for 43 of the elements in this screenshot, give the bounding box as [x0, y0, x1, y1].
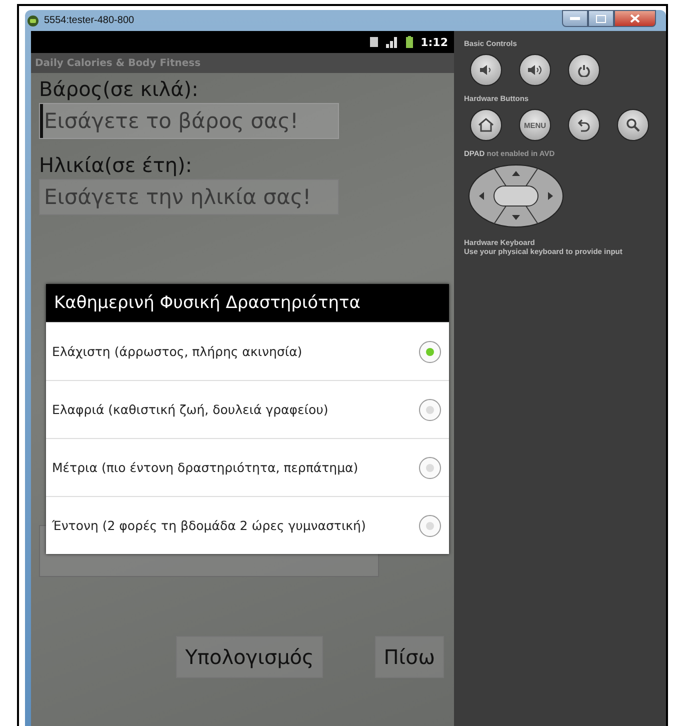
close-button[interactable]: [614, 10, 656, 27]
search-icon: [626, 118, 640, 132]
minimize-icon: [570, 16, 580, 20]
volume-down-button[interactable]: [470, 54, 502, 86]
option-label: Ελάχιστη (άρρωστος, πλήρης ακινησία): [52, 344, 302, 359]
back-button[interactable]: [568, 109, 600, 141]
status-time: 1:12: [420, 36, 448, 48]
back-arrow-icon: [577, 118, 591, 132]
option-label: Έντονη (2 φορές τη βδομάδα 2 ώρες γυμναστική): [52, 518, 366, 533]
battery-icon: [406, 36, 413, 48]
home-icon: [478, 118, 494, 132]
field-label: Βάρος(σε κιλά):: [39, 77, 200, 101]
power-button[interactable]: [568, 54, 600, 86]
option-item[interactable]: Έντονη (2 φορές τη βδομάδα 2 ώρες γυμναστική): [46, 496, 449, 554]
speaker-icon: [479, 64, 493, 76]
search-button[interactable]: [617, 109, 649, 141]
input-field[interactable]: Εισάγετε την ηλικία σας!: [39, 179, 339, 215]
power-icon: [578, 64, 590, 76]
action-button[interactable]: Πίσω: [374, 636, 444, 678]
option-item[interactable]: Ελαφριά (καθιστική ζωή, δουλειά γραφείου): [46, 380, 449, 438]
option-item[interactable]: Ελάχιστη (άρρωστος, πλήρης ακινησία): [46, 322, 449, 380]
maximize-button[interactable]: [588, 10, 614, 27]
home-button[interactable]: [470, 109, 502, 141]
android-emulator-icon: [27, 14, 39, 26]
minimize-button[interactable]: [562, 10, 588, 27]
field-label: Ηλικία(σε έτη):: [39, 153, 194, 177]
radio-button[interactable]: [419, 398, 441, 420]
option-item[interactable]: Μέτρια (πιο έντονη δραστηριότητα, περπάτημα): [46, 438, 449, 496]
input-field[interactable]: Εισάγετε το βάρος σας!: [39, 103, 339, 139]
option-label: Ελαφριά (καθιστική ζωή, δουλειά γραφείου): [52, 402, 328, 417]
option-label: Μέτρια (πιο έντονη δραστηριότητα, περπάτημα): [52, 460, 358, 475]
close-icon: [630, 14, 640, 23]
radio-button[interactable]: [419, 340, 441, 362]
action-button[interactable]: Υπολογισμός: [176, 636, 323, 678]
volume-up-button[interactable]: [519, 54, 551, 86]
radio-button[interactable]: [419, 514, 441, 536]
window-title: 5554:tester-480-800: [44, 15, 136, 26]
app-title: Daily Calories & Body Fitness: [31, 53, 454, 73]
signal-icon: [386, 36, 398, 48]
maximize-icon: [596, 14, 606, 22]
dialog-title: Καθημερινή Φυσική Δραστηριότητα: [46, 284, 449, 322]
radio-button[interactable]: [419, 456, 441, 478]
loud-speaker-icon: [527, 64, 543, 76]
